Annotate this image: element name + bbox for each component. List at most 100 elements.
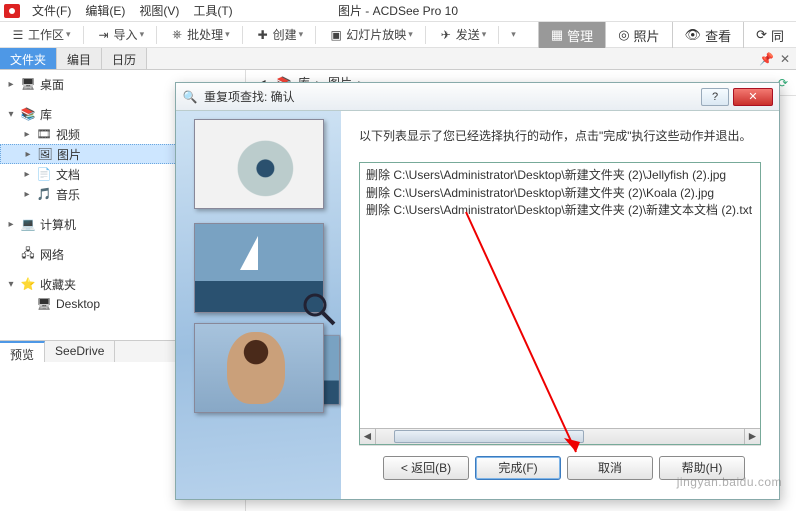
tree-label: Desktop (56, 297, 100, 311)
tool-workspace[interactable]: ☰ 工作区▾ (6, 24, 75, 45)
tree-label: 桌面 (40, 76, 64, 93)
tool-import-label: 导入 (114, 26, 138, 43)
tab-seedrive[interactable]: SeeDrive (45, 341, 115, 362)
menu-file[interactable]: 文件(F) (26, 0, 77, 21)
expand-icon[interactable]: ▸ (22, 129, 32, 140)
duplicate-finder-dialog: 🔍 重复项查找: 确认 ? ✕ 以下列表显示了您已经选择执行的动作，点击"完成"… (175, 82, 780, 500)
app-icon (4, 4, 20, 18)
pin-icon[interactable]: 📌 (759, 52, 774, 66)
sync-icon: ⟳ (756, 27, 767, 43)
tree-label: 文档 (56, 166, 80, 183)
dialog-titlebar: 🔍 重复项查找: 确认 ? ✕ (176, 83, 779, 111)
tab-preview[interactable]: 预览 (0, 341, 45, 362)
tab-catalog[interactable]: 编目 (57, 48, 102, 69)
mode-sync-label: 同 (771, 26, 784, 45)
window-title: 图片 - ACDSee Pro 10 (338, 2, 458, 19)
tool-create-label: 创建 (273, 26, 297, 43)
thumbnail-portrait (194, 323, 324, 413)
dialog-title: 重复项查找: 确认 (204, 88, 295, 105)
tool-send[interactable]: ✈ 发送▾ (434, 24, 491, 45)
collapse-icon[interactable]: ▾ (6, 109, 16, 120)
watermark: jingyan.baidu.com (677, 475, 782, 489)
send-icon: ✈ (438, 28, 454, 42)
workspace-icon: ☰ (10, 28, 26, 42)
expand-icon[interactable]: ▸ (22, 189, 32, 200)
magnifier-icon (301, 291, 337, 327)
tool-slideshow-label: 幻灯片放映 (346, 26, 406, 43)
favorites-icon: ⭐ (20, 277, 36, 291)
mode-sync[interactable]: ⟳同 (743, 22, 796, 48)
scroll-track[interactable] (376, 429, 744, 444)
tool-import[interactable]: ⇥ 导入▾ (92, 24, 149, 45)
batch-icon: ⎈ (169, 28, 185, 42)
tree-label: 图片 (57, 146, 81, 163)
mode-view[interactable]: 👁查看 (672, 22, 744, 48)
mode-manage[interactable]: ▦管理 (538, 22, 605, 48)
library-icon: 📚 (20, 107, 36, 121)
tree-label: 库 (40, 106, 52, 123)
mode-photo-label: 照片 (634, 26, 660, 45)
computer-icon: 💻 (20, 217, 36, 231)
tool-slideshow[interactable]: ▣ 幻灯片放映▾ (324, 24, 417, 45)
tree-label: 音乐 (56, 186, 80, 203)
scroll-left-icon[interactable]: ◄ (360, 429, 376, 444)
menubar: 文件(F) 编辑(E) 视图(V) 工具(T) 图片 - ACDSee Pro … (0, 0, 796, 22)
main-toolbar: ☰ 工作区▾ ⇥ 导入▾ ⎈ 批处理▾ ✚ 创建▾ ▣ 幻灯片放映▾ ✈ 发送▾… (0, 22, 796, 48)
close-button[interactable]: ✕ (733, 88, 773, 106)
dialog-content: 以下列表显示了您已经选择执行的动作，点击"完成"执行这些动作并退出。 删除 C:… (341, 111, 779, 499)
thumbnail-eye (194, 119, 324, 209)
tool-create[interactable]: ✚ 创建▾ (251, 24, 308, 45)
back-button[interactable]: < 返回(B) (383, 456, 469, 480)
scroll-right-icon[interactable]: ► (744, 429, 760, 444)
desktop-icon: 🖥 (36, 297, 52, 311)
tool-batch-label: 批处理 (187, 26, 223, 43)
tab-calendar[interactable]: 日历 (102, 48, 147, 69)
horizontal-scrollbar[interactable]: ◄ ► (360, 428, 760, 444)
dialog-instruction: 以下列表显示了您已经选择执行的动作，点击"完成"执行这些动作并退出。 (359, 127, 761, 146)
close-panel-icon[interactable]: ✕ (780, 52, 790, 66)
actions-listbox[interactable]: 删除 C:\Users\Administrator\Desktop\新建文件夹 … (359, 162, 761, 445)
eye-icon: 👁 (685, 27, 702, 43)
tree-label: 视频 (56, 126, 80, 143)
help-button[interactable]: ? (701, 88, 729, 106)
mode-photo[interactable]: ◎ 照片 (605, 22, 671, 48)
create-icon: ✚ (255, 28, 271, 42)
import-icon: ⇥ (96, 28, 112, 42)
tool-batch[interactable]: ⎈ 批处理▾ (165, 24, 234, 45)
cancel-button[interactable]: 取消 (567, 456, 653, 480)
photo-icon: ◎ (618, 27, 629, 43)
menu-tools[interactable]: 工具(T) (187, 0, 238, 21)
scroll-thumb[interactable] (394, 430, 584, 443)
mode-view-label: 查看 (705, 26, 731, 45)
tree-label: 计算机 (40, 216, 76, 233)
tool-send-label: 发送 (456, 26, 480, 43)
grid-icon: ▦ (551, 27, 563, 43)
expand-icon[interactable]: ▸ (23, 149, 33, 160)
slideshow-icon: ▣ (328, 28, 344, 42)
expand-icon[interactable]: ▸ (6, 219, 16, 230)
finish-button[interactable]: 完成(F) (475, 456, 561, 480)
network-icon: 🖧 (20, 247, 36, 261)
music-icon: 🎵 (36, 187, 52, 201)
mode-manage-label: 管理 (567, 26, 593, 45)
tool-overflow[interactable]: ▾ (507, 27, 520, 42)
chevron-down-icon: ▾ (511, 29, 516, 40)
expand-icon[interactable]: ▸ (6, 79, 16, 90)
collapse-icon[interactable]: ▾ (6, 279, 16, 290)
pictures-icon: 🖼 (37, 147, 53, 161)
menu-view[interactable]: 视图(V) (133, 0, 185, 21)
list-item[interactable]: 删除 C:\Users\Administrator\Desktop\新建文件夹 … (366, 185, 754, 202)
tab-folders[interactable]: 文件夹 (0, 48, 57, 69)
expand-icon[interactable]: ▸ (22, 169, 32, 180)
list-item[interactable]: 删除 C:\Users\Administrator\Desktop\新建文件夹 … (366, 202, 754, 219)
list-item[interactable]: 删除 C:\Users\Administrator\Desktop\新建文件夹 … (366, 167, 754, 184)
video-icon: 🎞 (36, 127, 52, 141)
menu-edit[interactable]: 编辑(E) (79, 0, 131, 21)
dialog-sidebar-graphic (176, 111, 341, 499)
tool-workspace-label: 工作区 (28, 26, 64, 43)
mode-bar: ▦管理 ◎ 照片 👁查看 ⟳同 (538, 22, 796, 48)
desktop-icon: 🖥 (20, 77, 36, 91)
tree-label: 网络 (40, 246, 64, 263)
search-icon: 🔍 (182, 89, 198, 105)
documents-icon: 📄 (36, 167, 52, 181)
